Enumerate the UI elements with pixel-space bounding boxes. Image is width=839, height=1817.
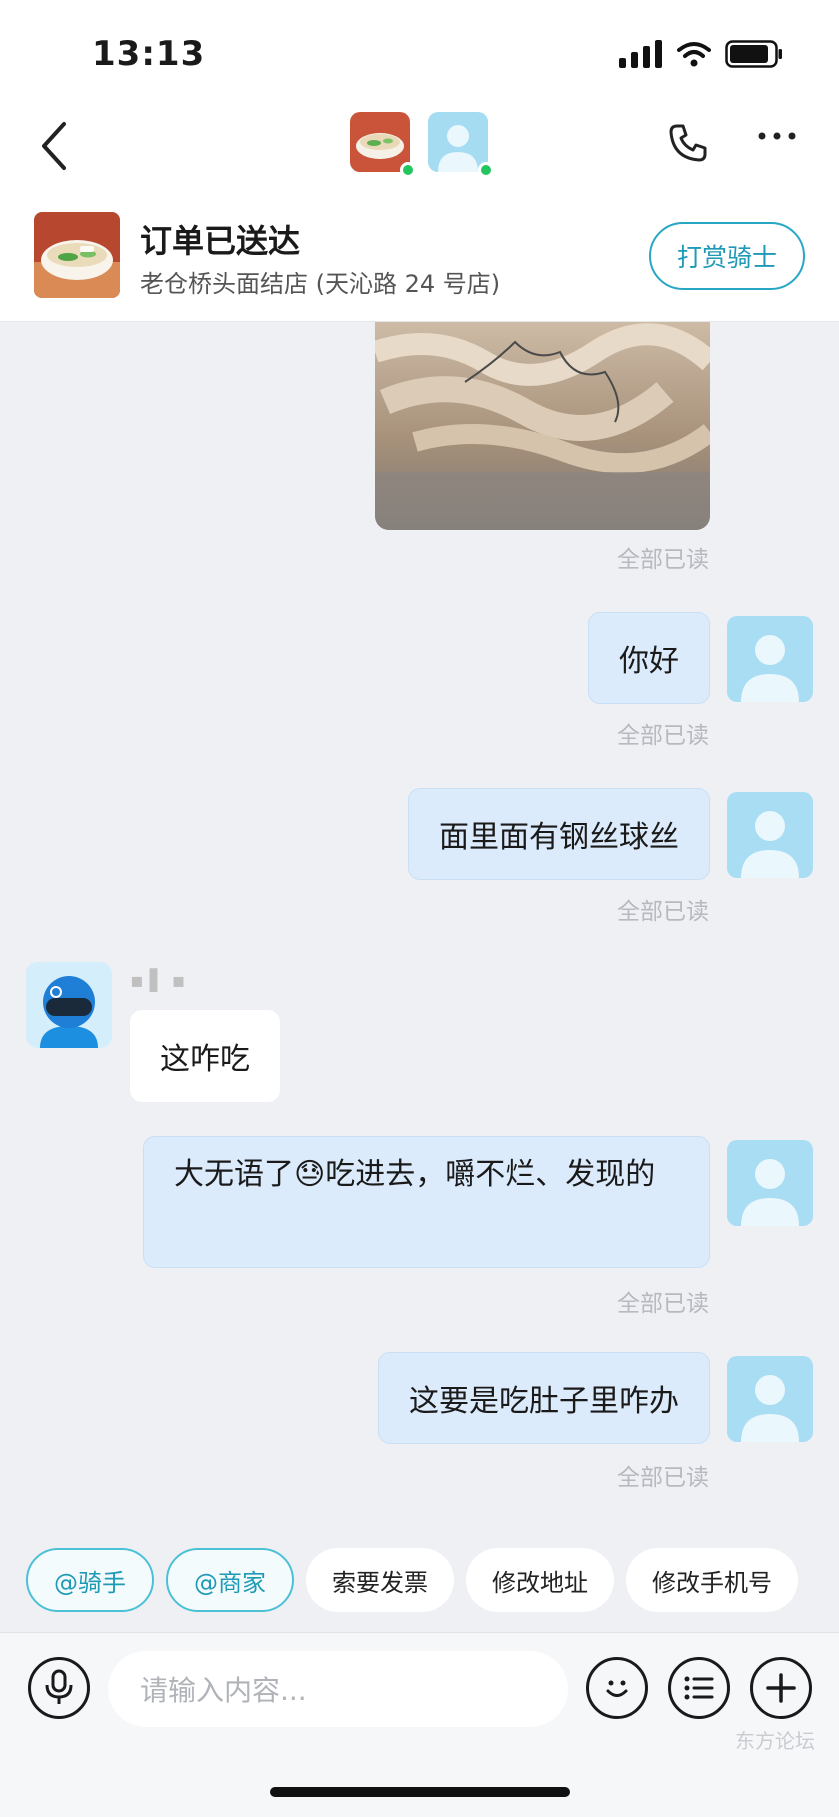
read-receipt: 全部已读 bbox=[617, 723, 709, 749]
user-silhouette-icon bbox=[727, 616, 813, 702]
quick-actions: @骑手 @商家 索要发票 修改地址 修改手机号 bbox=[0, 1548, 839, 1618]
noodle-photo-image bbox=[375, 322, 710, 530]
phone-icon bbox=[669, 124, 707, 162]
tip-rider-button[interactable]: 打赏骑士 bbox=[649, 222, 805, 290]
home-indicator[interactable] bbox=[270, 1787, 570, 1797]
read-receipt: 全部已读 bbox=[617, 899, 709, 925]
message-text: 这咋吃 bbox=[160, 1042, 250, 1077]
store-avatar[interactable] bbox=[350, 112, 416, 178]
menu-button[interactable] bbox=[668, 1657, 730, 1719]
incoming-message[interactable]: 这咋吃 bbox=[130, 1010, 280, 1102]
participant-avatars bbox=[350, 112, 494, 178]
user-silhouette-icon bbox=[727, 1140, 813, 1226]
chevron-left-icon bbox=[42, 122, 66, 170]
voice-button[interactable] bbox=[28, 1657, 90, 1719]
mention-rider-chip[interactable]: @骑手 bbox=[26, 1548, 154, 1612]
user-avatar[interactable] bbox=[727, 1140, 813, 1226]
status-icons bbox=[619, 40, 783, 68]
read-receipt: 全部已读 bbox=[617, 1465, 709, 1491]
rider-avatar[interactable] bbox=[26, 962, 112, 1048]
message-text: 大无语了😓吃进去，嚼不烂、发现的 bbox=[174, 1157, 656, 1192]
outgoing-message[interactable]: 你好 bbox=[588, 612, 710, 704]
rider-name-masked: ▪ ▌ ▪ bbox=[130, 968, 186, 992]
status-bar: 13:13 bbox=[0, 0, 839, 100]
input-bar: 请输入内容... 东方论坛 bbox=[0, 1632, 839, 1817]
status-time: 13:13 bbox=[92, 34, 206, 74]
sent-photo[interactable] bbox=[375, 322, 710, 530]
plus-icon bbox=[766, 1673, 796, 1703]
order-status-title: 订单已送达 bbox=[140, 222, 301, 260]
microphone-icon bbox=[45, 1669, 73, 1704]
message-text: 这要是吃肚子里咋办 bbox=[409, 1384, 679, 1419]
sweat-emoji-icon: 😓 bbox=[294, 1157, 326, 1192]
noodle-bowl-icon bbox=[34, 212, 120, 298]
order-status-bar[interactable]: 订单已送达 老仓桥头面结店 (天沁路 24 号店) 打赏骑士 bbox=[0, 210, 839, 322]
wifi-icon bbox=[677, 42, 711, 67]
order-thumbnail bbox=[34, 212, 120, 298]
user-silhouette-icon bbox=[428, 112, 488, 172]
user-silhouette-icon bbox=[727, 1356, 813, 1442]
rider-helmet-icon bbox=[26, 962, 112, 1048]
back-button[interactable] bbox=[34, 116, 84, 176]
edit-phone-chip[interactable]: 修改手机号 bbox=[626, 1548, 798, 1612]
read-receipt: 全部已读 bbox=[617, 1291, 709, 1317]
call-button[interactable] bbox=[667, 122, 709, 168]
outgoing-message[interactable]: 大无语了😓吃进去，嚼不烂、发现的 bbox=[143, 1136, 710, 1268]
list-icon bbox=[684, 1676, 714, 1700]
store-name: 老仓桥头面结店 (天沁路 24 号店) bbox=[140, 270, 501, 298]
chat-header bbox=[0, 100, 839, 210]
edit-address-chip[interactable]: 修改地址 bbox=[466, 1548, 614, 1612]
noodle-bowl-icon bbox=[350, 112, 410, 172]
battery-icon bbox=[725, 40, 782, 68]
user-avatar[interactable] bbox=[727, 792, 813, 878]
mention-merchant-chip[interactable]: @商家 bbox=[166, 1548, 294, 1612]
request-invoice-chip[interactable]: 索要发票 bbox=[306, 1548, 454, 1612]
smiley-icon bbox=[606, 1680, 628, 1697]
online-indicator bbox=[478, 162, 494, 178]
add-button[interactable] bbox=[750, 1657, 812, 1719]
watermark: 东方论坛 bbox=[735, 1729, 815, 1753]
chat-messages[interactable]: 全部已读 你好 全部已读 面里面有钢丝球丝 全部已读 ▪ ▌ ▪ 这咋吃 大无语… bbox=[0, 322, 839, 1532]
message-text: 面里面有钢丝球丝 bbox=[439, 820, 679, 855]
message-text: 你好 bbox=[619, 644, 679, 679]
online-indicator bbox=[400, 162, 416, 178]
signal-icon bbox=[619, 40, 662, 68]
outgoing-message[interactable]: 这要是吃肚子里咋办 bbox=[378, 1352, 710, 1444]
outgoing-message[interactable]: 面里面有钢丝球丝 bbox=[408, 788, 710, 880]
user-avatar[interactable] bbox=[727, 1356, 813, 1442]
more-button[interactable] bbox=[757, 128, 797, 147]
message-input[interactable]: 请输入内容... bbox=[108, 1651, 568, 1727]
emoji-button[interactable] bbox=[586, 1657, 648, 1719]
more-horizontal-icon bbox=[758, 132, 796, 140]
user-avatar-header[interactable] bbox=[428, 112, 494, 178]
user-avatar[interactable] bbox=[727, 616, 813, 702]
user-silhouette-icon bbox=[727, 792, 813, 878]
read-receipt: 全部已读 bbox=[617, 547, 709, 573]
